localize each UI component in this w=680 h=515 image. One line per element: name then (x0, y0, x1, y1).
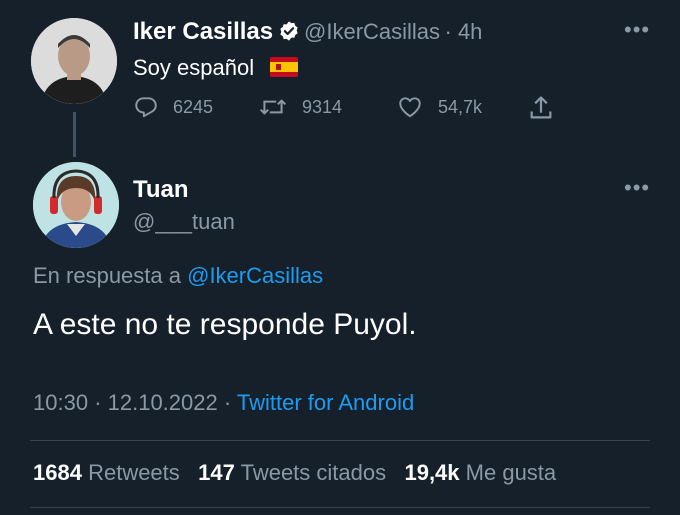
tweet-body: Soy español (133, 55, 255, 80)
reply-date[interactable]: · 12.10.2022 · (94, 390, 231, 415)
likes-label: Me gusta (465, 460, 557, 485)
retweet-count: 9314 (302, 96, 343, 117)
retweets-stat[interactable]: 1684 Retweets (33, 460, 186, 485)
quotes-count: 147 (198, 460, 235, 485)
reply-context: En respuesta a @IkerCasillas (33, 263, 323, 289)
verified-badge-icon (279, 21, 298, 41)
retweet-icon (259, 99, 287, 115)
reply-prefix: En respuesta a (33, 263, 181, 288)
quotes-stat[interactable]: 147 Tweets citados (198, 460, 392, 485)
retweets-count: 1684 (33, 460, 82, 485)
thread-connector (73, 112, 76, 157)
reply-more-options-icon[interactable]: ••• (624, 177, 650, 199)
parent-tweet-text: Soy español (133, 55, 299, 81)
reply-icon (135, 97, 157, 118)
share-icon (530, 96, 552, 119)
quotes-label: Tweets citados (240, 460, 387, 485)
stats-divider-top (30, 440, 650, 441)
reply-author-name[interactable]: Tuan (133, 176, 189, 204)
avatar-iker-casillas[interactable] (31, 18, 117, 104)
reply-tweet-text: A este no te responde Puyol. (33, 308, 417, 341)
profile-photo-icon (33, 162, 119, 248)
reply-source-link[interactable]: Twitter for Android (237, 390, 414, 415)
stats-divider-bottom (30, 507, 650, 508)
heart-icon (399, 97, 421, 118)
reply-to-link[interactable]: @IkerCasillas (187, 263, 323, 288)
likes-stat[interactable]: 19,4k Me gusta (404, 460, 556, 485)
reply-count: 6245 (173, 96, 214, 117)
reply-timestamp-row: 10:30 · 12.10.2022 · Twitter for Android (33, 390, 414, 416)
spain-flag-icon (270, 57, 299, 77)
like-button[interactable]: 54,7k (396, 94, 482, 120)
author-name[interactable]: Iker Casillas (133, 18, 273, 45)
engagement-stats: 1684 Retweets 147 Tweets citados 19,4k M… (33, 460, 556, 486)
parent-tweet-header: Iker Casillas @IkerCasillas · 4h (133, 18, 482, 46)
like-count: 54,7k (438, 96, 483, 117)
avatar-tuan[interactable] (33, 162, 119, 248)
author-handle[interactable]: @IkerCasillas (304, 19, 440, 44)
profile-photo-icon (31, 18, 117, 104)
reply-time[interactable]: 10:30 (33, 390, 88, 415)
tweet-time[interactable]: · 4h (445, 19, 483, 44)
more-options-icon[interactable]: ••• (624, 19, 650, 41)
share-button[interactable] (527, 94, 569, 122)
reply-button[interactable]: 6245 (133, 94, 213, 120)
likes-count: 19,4k (404, 460, 460, 485)
retweet-button[interactable]: 9314 (258, 94, 342, 120)
reply-author-handle[interactable]: @___tuan (133, 209, 235, 235)
retweets-label: Retweets (88, 460, 180, 485)
